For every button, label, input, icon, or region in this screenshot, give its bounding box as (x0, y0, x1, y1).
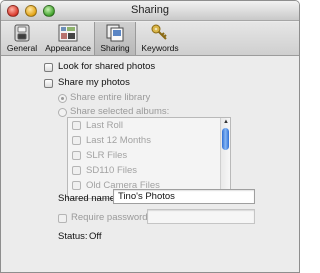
album-row[interactable]: SD110 Files (68, 163, 218, 178)
album-checkbox[interactable] (72, 166, 81, 175)
album-row[interactable]: SLR Files (68, 148, 218, 163)
tab-general-label: General (6, 43, 38, 53)
tab-general[interactable]: General (3, 22, 41, 55)
look-for-shared-checkbox[interactable] (44, 63, 53, 72)
sharing-pane: Look for shared photos Share my photos S… (1, 57, 299, 272)
tab-appearance-label: Appearance (45, 43, 91, 53)
shared-name-label: Shared name: (58, 193, 118, 204)
require-password-checkbox[interactable] (58, 214, 67, 223)
tab-keywords-label: Keywords (141, 43, 179, 53)
share-selected-albums-label: Share selected albums: (70, 106, 170, 117)
tab-keywords[interactable]: Keywords (138, 22, 182, 55)
share-my-photos-label: Share my photos (58, 77, 130, 88)
sharing-icon (106, 24, 124, 42)
album-checkbox[interactable] (72, 151, 81, 160)
status-label: Status: (58, 231, 88, 242)
album-checkbox[interactable] (72, 181, 81, 190)
key-icon (151, 24, 167, 40)
window-title: Sharing (131, 4, 169, 16)
scroll-thumb[interactable] (222, 128, 229, 150)
switch-icon (14, 24, 30, 42)
album-row[interactable]: Last 12 Months (68, 133, 218, 148)
album-name: SD110 Files (86, 165, 138, 176)
shared-name-field[interactable]: Tino's Photos (113, 189, 255, 204)
look-for-shared-label: Look for shared photos (58, 61, 156, 72)
require-password-label: Require password: (71, 212, 151, 223)
album-row[interactable]: Last Roll (68, 118, 218, 133)
share-entire-library-label: Share entire library (70, 92, 151, 103)
share-entire-library-radio[interactable] (58, 94, 67, 103)
tab-sharing[interactable]: Sharing (94, 22, 136, 55)
album-list[interactable]: Last Roll Last 12 Months SLR Files SD110… (67, 117, 231, 199)
title-bar[interactable]: Sharing (1, 1, 299, 21)
password-field[interactable] (147, 209, 255, 224)
tab-sharing-label: Sharing (100, 43, 130, 53)
share-my-photos-checkbox[interactable] (44, 79, 53, 88)
preferences-toolbar: General Appearance Sharing Keywords (1, 22, 299, 56)
album-checkbox[interactable] (72, 136, 81, 145)
share-selected-albums-radio[interactable] (58, 108, 67, 117)
album-name: Last 12 Months (86, 135, 151, 146)
preferences-window: Sharing General Appearance Sharing Keywo… (0, 0, 300, 273)
album-list-scrollbar[interactable]: ▲ ▼ (220, 118, 230, 198)
tab-appearance[interactable]: Appearance (43, 22, 93, 55)
album-name: Last Roll (86, 120, 123, 131)
scroll-up-arrow-icon[interactable]: ▲ (223, 119, 229, 125)
appearance-icon (58, 24, 78, 42)
album-checkbox[interactable] (72, 121, 81, 130)
status-value: Off (89, 231, 102, 242)
album-name: SLR Files (86, 150, 128, 161)
